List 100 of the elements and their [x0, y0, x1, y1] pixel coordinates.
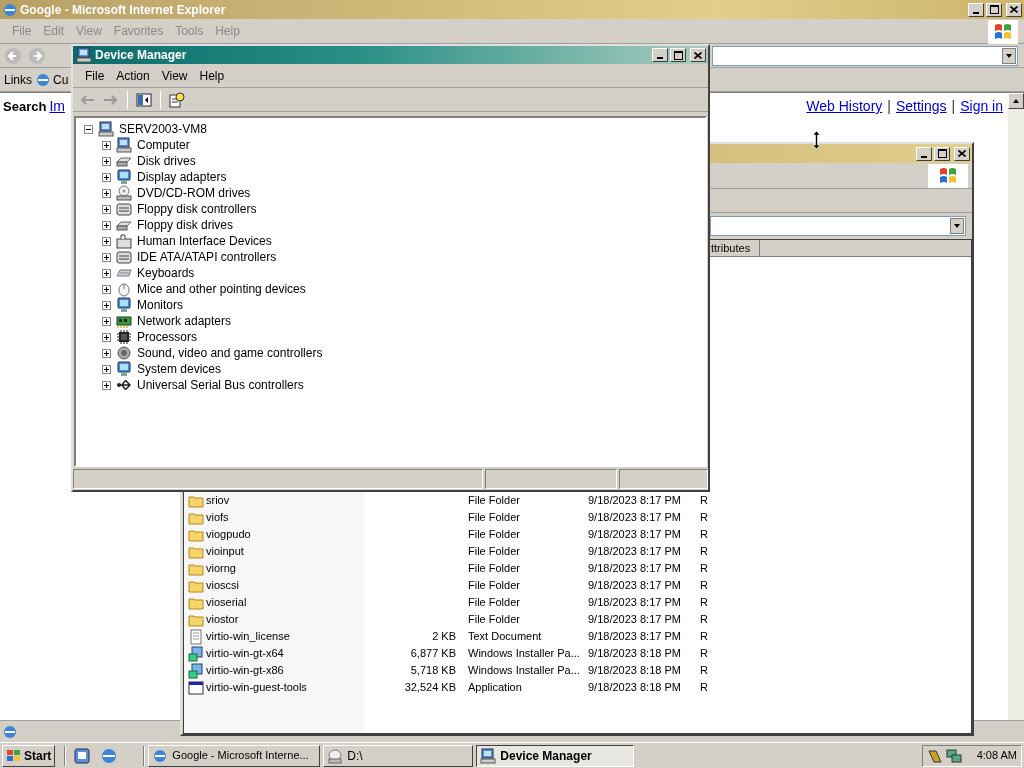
expand-icon[interactable] [102, 204, 111, 214]
file-name[interactable]: viofs [206, 509, 229, 526]
expand-icon[interactable] [102, 156, 111, 166]
file-attributes: R [700, 528, 708, 541]
drive-icon [327, 747, 344, 764]
file-date: 9/18/2023 8:17 PM [588, 596, 681, 609]
dropdown-button[interactable] [1002, 47, 1016, 64]
controller-icon [116, 249, 132, 265]
desktop-icon[interactable] [73, 746, 92, 765]
minimize-button[interactable] [968, 2, 984, 17]
file-name[interactable]: virtio-win_license [206, 628, 290, 645]
expand-icon[interactable] [102, 268, 111, 278]
nav-link[interactable]: Im [49, 96, 65, 117]
scroll-up-button[interactable] [1008, 93, 1024, 109]
file-name[interactable]: viorng [206, 560, 236, 577]
file-attributes: R [700, 664, 708, 677]
expand-icon[interactable] [102, 332, 111, 342]
security-icon[interactable] [927, 747, 943, 764]
expand-icon[interactable] [102, 220, 111, 230]
address-field[interactable] [712, 45, 1018, 66]
tree-item[interactable]: Computer [137, 136, 190, 154]
browser-icon[interactable] [35, 71, 51, 88]
header-link[interactable]: Sign in [960, 96, 1003, 117]
link-item[interactable]: Cu [53, 70, 69, 89]
header-link[interactable]: Web History [806, 96, 883, 117]
minimize-button[interactable] [916, 146, 932, 161]
collapse-icon[interactable] [84, 124, 93, 134]
menu-item[interactable]: Action [110, 67, 156, 85]
start-button[interactable]: Start [2, 744, 56, 767]
file-name[interactable]: virtio-win-gt-x86 [206, 662, 284, 679]
usb-icon [116, 377, 132, 393]
pane-toggle-icon[interactable] [136, 92, 152, 107]
expand-icon[interactable] [102, 380, 111, 390]
tree-item[interactable]: DVD/CD-ROM drives [137, 184, 251, 202]
tree-item[interactable]: Processors [137, 328, 198, 346]
tree-item[interactable]: Monitors [137, 296, 183, 314]
file-name[interactable]: viogpudo [206, 526, 251, 543]
scrollbar[interactable] [1008, 93, 1024, 720]
tree-item[interactable]: Display adapters [137, 168, 227, 186]
expand-icon[interactable] [102, 284, 111, 294]
network-icon[interactable] [946, 747, 962, 764]
tree-item[interactable]: Mice and other pointing devices [137, 280, 306, 298]
maximize-button[interactable] [670, 48, 686, 62]
menu-item[interactable]: Help [193, 67, 231, 85]
windows-logo-icon [6, 747, 22, 764]
expand-icon[interactable] [102, 188, 111, 198]
tree-item[interactable]: Disk drives [137, 152, 196, 170]
expand-icon[interactable] [102, 172, 111, 182]
file-date: 9/18/2023 8:17 PM [588, 494, 681, 507]
menu-item[interactable]: View [155, 67, 194, 85]
link-separator: | [951, 97, 956, 116]
file-name[interactable]: virtio-win-gt-x64 [206, 645, 284, 662]
close-button[interactable] [690, 48, 706, 62]
tree-item[interactable]: Keyboards [137, 264, 195, 282]
tree-item[interactable]: Sound, video and game controllers [137, 344, 323, 362]
maximize-button[interactable] [934, 146, 950, 161]
expand-icon[interactable] [102, 316, 111, 326]
file-date: 9/18/2023 8:18 PM [588, 664, 681, 677]
file-name[interactable]: sriov [206, 492, 230, 509]
tree-item[interactable]: Human Interface Devices [137, 232, 272, 250]
properties-icon[interactable] [169, 91, 185, 108]
expand-icon[interactable] [102, 252, 111, 262]
expand-icon[interactable] [102, 236, 111, 246]
expand-icon[interactable] [102, 364, 111, 374]
browser-icon[interactable] [100, 746, 119, 765]
minimize-button[interactable] [652, 48, 668, 62]
installer-icon [188, 645, 204, 662]
file-name[interactable]: viostor [206, 611, 239, 628]
taskbar-button[interactable]: D:\ [323, 744, 474, 767]
taskbar-button[interactable]: Device Manager [476, 744, 635, 767]
expand-icon[interactable] [102, 140, 111, 150]
expand-icon[interactable] [102, 300, 111, 310]
dropdown-button[interactable] [950, 218, 964, 234]
close-button[interactable] [1006, 2, 1022, 17]
close-icon [958, 150, 966, 157]
tree-item[interactable]: SERV2003-VM8 [119, 120, 207, 138]
tree-item[interactable]: IDE ATA/ATAPI controllers [137, 248, 277, 266]
file-name[interactable]: vioinput [206, 543, 244, 560]
file-name[interactable]: virtio-win-guest-tools [206, 679, 307, 696]
tree-item[interactable]: Floppy disk controllers [137, 200, 257, 218]
tree-item[interactable]: Floppy disk drives [137, 216, 234, 234]
tree-item[interactable]: Network adapters [137, 312, 232, 330]
application-window-icon [188, 679, 204, 696]
device-icon [116, 233, 132, 249]
caret-icon [1012, 98, 1020, 104]
close-button[interactable] [954, 146, 970, 161]
maximize-button[interactable] [986, 2, 1002, 17]
tree-item[interactable]: Universal Serial Bus controllers [137, 376, 304, 394]
file-name[interactable]: vioscsi [206, 577, 239, 594]
taskbar-button[interactable]: Google - Microsoft Interne... [148, 744, 321, 767]
header-link[interactable]: Settings [895, 96, 947, 117]
file-name[interactable]: vioserial [206, 594, 247, 611]
computer-icon [98, 121, 114, 137]
tree-item[interactable]: System devices [137, 360, 222, 378]
file-attributes: R [700, 630, 708, 643]
expand-icon[interactable] [102, 348, 111, 358]
window-title: Device Manager [95, 47, 187, 64]
address-field[interactable] [710, 216, 966, 236]
file-attributes: R [700, 494, 708, 507]
menu-item[interactable]: File [79, 67, 111, 85]
